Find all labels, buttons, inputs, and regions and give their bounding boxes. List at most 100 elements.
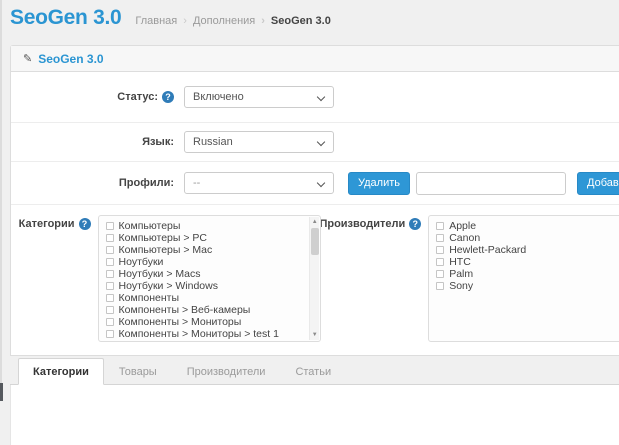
checkbox-icon[interactable]	[106, 294, 114, 302]
category-option-label: Ноутбуки > Macs	[119, 268, 201, 280]
checkbox-icon[interactable]	[436, 246, 444, 254]
tab[interactable]: Статьи	[280, 358, 346, 385]
manufacturer-option[interactable]: Hewlett-Packard	[436, 244, 619, 256]
categories-help-icon[interactable]: ?	[79, 218, 91, 230]
profiles-label: Профили:	[119, 177, 174, 189]
category-option-label: Компоненты > Веб-камеры	[119, 304, 251, 316]
checkbox-icon[interactable]	[106, 222, 114, 230]
profiles-label-wrap: Профили:	[11, 177, 174, 189]
status-select[interactable]: Включено	[184, 86, 334, 108]
tab[interactable]: Производители	[172, 358, 281, 385]
category-option[interactable]: Компоненты > Веб-камеры	[106, 304, 321, 316]
category-option[interactable]: Компоненты > Мониторы > test 1	[106, 328, 321, 340]
checkbox-icon[interactable]	[106, 330, 114, 338]
status-label: Статус:	[117, 91, 158, 103]
category-option[interactable]: Компьютеры	[106, 220, 321, 232]
chevron-down-icon	[317, 93, 325, 101]
breadcrumb-item[interactable]: Главная	[135, 15, 177, 27]
category-option-label: Ноутбуки > Windows	[119, 280, 218, 292]
status-row: Статус: ? Включено	[11, 72, 619, 123]
categories-listbox: Компьютеры Компьютеры > PC Компьютеры > …	[98, 215, 322, 342]
profiles-row: Профили: -- Удалить Добавить	[11, 162, 619, 204]
checkbox-icon[interactable]	[106, 282, 114, 290]
category-option[interactable]: Ноутбуки > Macs	[106, 268, 321, 280]
chevron-down-icon	[317, 138, 325, 146]
manufacturers-list: Apple Canon Hewlett-Packard HTC Palm	[436, 220, 619, 292]
tab[interactable]: Категории	[18, 358, 104, 385]
checkbox-icon[interactable]	[106, 318, 114, 326]
manufacturer-option[interactable]: Canon	[436, 232, 619, 244]
page-header: SeoGen 3.0 ГлавнаяДополненияSeoGen 3.0	[10, 6, 619, 30]
profiles-select[interactable]: --	[184, 172, 334, 194]
panel-title: SeoGen 3.0	[38, 52, 103, 66]
checkbox-icon[interactable]	[106, 234, 114, 242]
checkbox-icon[interactable]	[106, 246, 114, 254]
categories-scrollbar[interactable]: ▲ ▼	[309, 217, 319, 340]
checkbox-icon[interactable]	[106, 306, 114, 314]
breadcrumb: ГлавнаяДополненияSeoGen 3.0	[135, 15, 330, 27]
category-option-label: Компоненты > Мониторы > test 1	[119, 328, 279, 340]
category-option[interactable]: Компоненты > Мониторы	[106, 316, 321, 328]
category-option[interactable]: Компьютеры > PC	[106, 232, 321, 244]
language-row: Язык: Russian	[11, 123, 619, 162]
profiles-select-value: --	[193, 177, 200, 189]
checkbox-icon[interactable]	[436, 234, 444, 242]
category-option-label: Компоненты	[119, 292, 180, 304]
category-option[interactable]: Ноутбуки > Windows	[106, 280, 321, 292]
tab[interactable]: Товары	[104, 358, 172, 385]
manufacturer-option-label: Sony	[449, 280, 473, 292]
pencil-icon: ✎	[23, 52, 32, 65]
category-option-label: Компьютеры > Mac	[119, 244, 213, 256]
manufacturer-option-label: Apple	[449, 220, 476, 232]
scrollbar-thumb[interactable]	[311, 228, 319, 255]
scroll-up-icon[interactable]: ▲	[310, 217, 319, 227]
language-label: Язык:	[142, 136, 174, 148]
manufacturer-option-label: Hewlett-Packard	[449, 244, 526, 256]
manufacturer-option-label: Palm	[449, 268, 473, 280]
page-title: SeoGen 3.0	[10, 6, 121, 30]
settings-panel: ✎ SeoGen 3.0 Статус: ? Включено Язык: Ru…	[10, 45, 619, 356]
category-option-label: Компоненты > Мониторы	[119, 316, 242, 328]
breadcrumb-item[interactable]: SeoGen 3.0	[255, 15, 331, 27]
manufacturers-label: Производители	[319, 218, 405, 230]
page-left-edge	[0, 0, 2, 401]
checkbox-icon[interactable]	[436, 222, 444, 230]
sidebar-edge-sliver	[0, 383, 3, 401]
category-option-label: Компьютеры	[119, 220, 181, 232]
status-select-value: Включено	[193, 91, 244, 103]
manufacturer-option[interactable]: Sony	[436, 280, 619, 292]
manufacturers-listbox: Apple Canon Hewlett-Packard HTC Palm	[428, 215, 619, 342]
checkbox-icon[interactable]	[436, 270, 444, 278]
category-option[interactable]: Ноутбуки	[106, 256, 321, 268]
scroll-down-icon[interactable]: ▼	[310, 330, 319, 340]
category-option[interactable]: Компьютеры > Mac	[106, 244, 321, 256]
profile-name-input[interactable]	[416, 172, 566, 195]
checkbox-icon[interactable]	[106, 258, 114, 266]
bottom-tabs-section: КатегорииТоварыПроизводителиСтатьи	[10, 358, 619, 445]
language-label-wrap: Язык:	[11, 136, 174, 148]
manufacturer-option[interactable]: Palm	[436, 268, 619, 280]
manufacturers-help-icon[interactable]: ?	[409, 218, 421, 230]
status-label-wrap: Статус: ?	[11, 91, 174, 103]
checkbox-icon[interactable]	[106, 270, 114, 278]
categories-list: Компьютеры Компьютеры > PC Компьютеры > …	[106, 220, 321, 340]
panel-heading: ✎ SeoGen 3.0	[11, 46, 619, 72]
language-select-value: Russian	[193, 136, 233, 148]
tab-bar: КатегорииТоварыПроизводителиСтатьи	[10, 358, 619, 385]
category-option[interactable]: Компоненты	[106, 292, 321, 304]
manufacturer-option-label: HTC	[449, 256, 471, 268]
breadcrumb-item[interactable]: Дополнения	[177, 15, 255, 27]
category-option-label: Компьютеры > PC	[119, 232, 207, 244]
add-profile-button[interactable]: Добавить	[577, 172, 619, 195]
checkbox-icon[interactable]	[436, 258, 444, 266]
manufacturer-option[interactable]: HTC	[436, 256, 619, 268]
checkbox-icon[interactable]	[436, 282, 444, 290]
status-help-icon[interactable]: ?	[162, 91, 174, 103]
lists-row: Категории ? Компьютеры Компьютеры > PC К…	[11, 204, 619, 355]
delete-profile-button[interactable]: Удалить	[348, 172, 410, 195]
categories-label-col: Категории ?	[11, 215, 91, 230]
panel-body: Статус: ? Включено Язык: Russian Профили…	[11, 72, 619, 355]
categories-label: Категории	[19, 218, 75, 230]
language-select[interactable]: Russian	[184, 131, 334, 153]
manufacturer-option[interactable]: Apple	[436, 220, 619, 232]
